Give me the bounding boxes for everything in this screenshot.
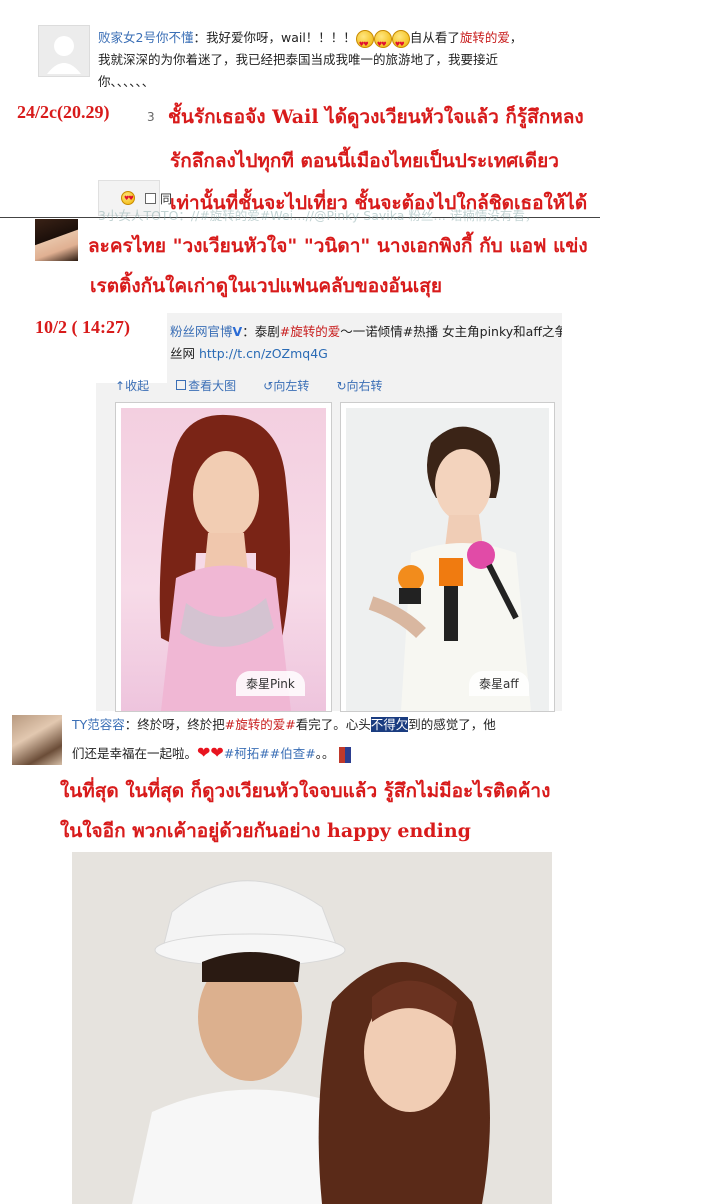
photo-illustration [72,852,552,1204]
digit-fragment: 3 [147,110,155,124]
hashtag-link[interactable]: #旋转的爱 [280,324,340,339]
heart-eyes-emoji-icon [355,29,374,56]
heart-icon: ❤ [210,743,224,762]
post-text: 我就深深的为你着迷了，我已经把泰国当成我唯一的旅游地了，我要接近 [98,52,499,67]
couple-photo[interactable] [72,852,552,1204]
rotate-left-icon: ↺ [263,379,274,393]
view-large-image-button[interactable]: 查看大图 [176,379,236,393]
post-text: 到的感觉了，他 [408,717,496,732]
thai-annotation-line: ละครไทย "วงเวียนหัวใจ" "วนิดา" นางเอกพิง… [88,235,588,257]
post-text: ：终於呀，终於把 [124,717,225,732]
source-account-link[interactable]: 粉丝网官博 [170,324,233,339]
post-text: 丝网 [170,346,199,361]
user-avatar[interactable] [12,715,62,765]
collapse-button[interactable]: ↑收起 [115,379,149,393]
post-text: ～一诺倾情#热播 女主角pinky和aff之争_ [340,324,562,339]
post-text: 你、、、、、、 [98,74,155,89]
photo-illustration [159,414,291,711]
heart-icon: ❤ [197,743,211,762]
image-toolbar: ↑收起 查看大图 ↺向左转 ↻向右转 [115,375,405,394]
rotate-right-icon: ↻ [336,379,347,393]
zoom-icon [176,380,187,390]
hashtag-link[interactable]: #旋转的爱# [225,717,296,732]
post-3: TY范容容：终於呀，终於把#旋转的爱#看完了。心头不得欠到的感觉了，他 们还是幸… [72,714,552,765]
post-text: 。。 [315,746,335,761]
photo-caption: 泰星aff [469,671,529,696]
collapse-arrow-icon: ↑ [115,379,126,393]
photo-caption: 泰星Pink [236,671,305,696]
post-text: ：我好爱你呀，wail！！！！ [193,30,356,45]
post-1: 败家女2号你不懂：我好爱你呀，wail！！！！ 自从看了旋转的爱， 我就深深的为你… [98,27,578,93]
repost-text: 粉丝网官博V：泰剧#旋转的爱～一诺倾情#热播 女主角pinky和aff之争_ [170,321,562,343]
thai-annotation-line: ในที่สุด ในที่สุด ก็ดูวงเวียนหัวใจจบแล้ว… [60,780,551,802]
post-text: 自从看了 [409,30,460,45]
actress-photo-aff[interactable]: 泰星aff [340,402,555,712]
rotate-right-button[interactable]: ↻向右转 [336,379,382,393]
photo-illustration [368,426,531,711]
default-avatar-icon [47,36,81,74]
repost-text-line2: 丝网 http://t.cn/zOZmq4G [170,343,328,365]
post-2-partial: 3小女人TOTO：//#旋转的爱#Wei…//@Pinky Savika 粉丝…… [98,209,538,223]
post-text: 们还是幸福在一起啦。 [72,746,198,761]
thai-annotation-line: ในใจอีก พวกเค้าอยู่ด้วยกันอย่าง happy en… [60,820,471,842]
user-avatar[interactable] [35,219,78,261]
username-link[interactable]: TY范容容 [72,717,125,732]
thai-annotation-line: ชั้นรักเธอจัง Wail ได้ดูวงเวียนหัวใจแล้ว… [168,106,584,128]
hashtag-link[interactable]: 旋转的爱 [460,30,510,45]
post-text: ：泰剧 [242,324,280,339]
heart-eyes-emoji-icon [373,29,392,56]
annotation-date: 10/2 ( 14:27) [35,317,130,337]
selected-text: 不得欠 [370,717,409,732]
user-avatar[interactable] [38,25,90,77]
couple-emoji-icon [338,746,351,763]
heart-eyes-emoji-icon [391,29,410,56]
thai-annotation-line: เรตติ้งกันใคเก่าดูในเวปแฟนคลับของอันเสุย [90,275,443,297]
actress-photo-pink[interactable]: 泰星Pink [115,402,332,712]
smiley-icon[interactable] [121,191,135,205]
checkbox[interactable] [145,193,156,204]
post-text: ， [509,30,523,45]
rotate-left-button[interactable]: ↺向左转 [263,379,309,393]
annotation-date: 24/2c(20.29) [17,102,110,122]
short-url-link[interactable]: http://t.cn/zOZmq4G [199,346,328,361]
thai-annotation-line: รักลึกลงไปทุกที ตอนนี้เมืองไทยเป็นประเทศ… [170,150,559,172]
post-text: 看完了。心头 [295,717,371,732]
verified-icon: V [232,324,243,339]
hashtag-link[interactable]: #柯拓##伯查# [224,746,316,761]
username-link[interactable]: 败家女2号你不懂 [98,30,193,45]
